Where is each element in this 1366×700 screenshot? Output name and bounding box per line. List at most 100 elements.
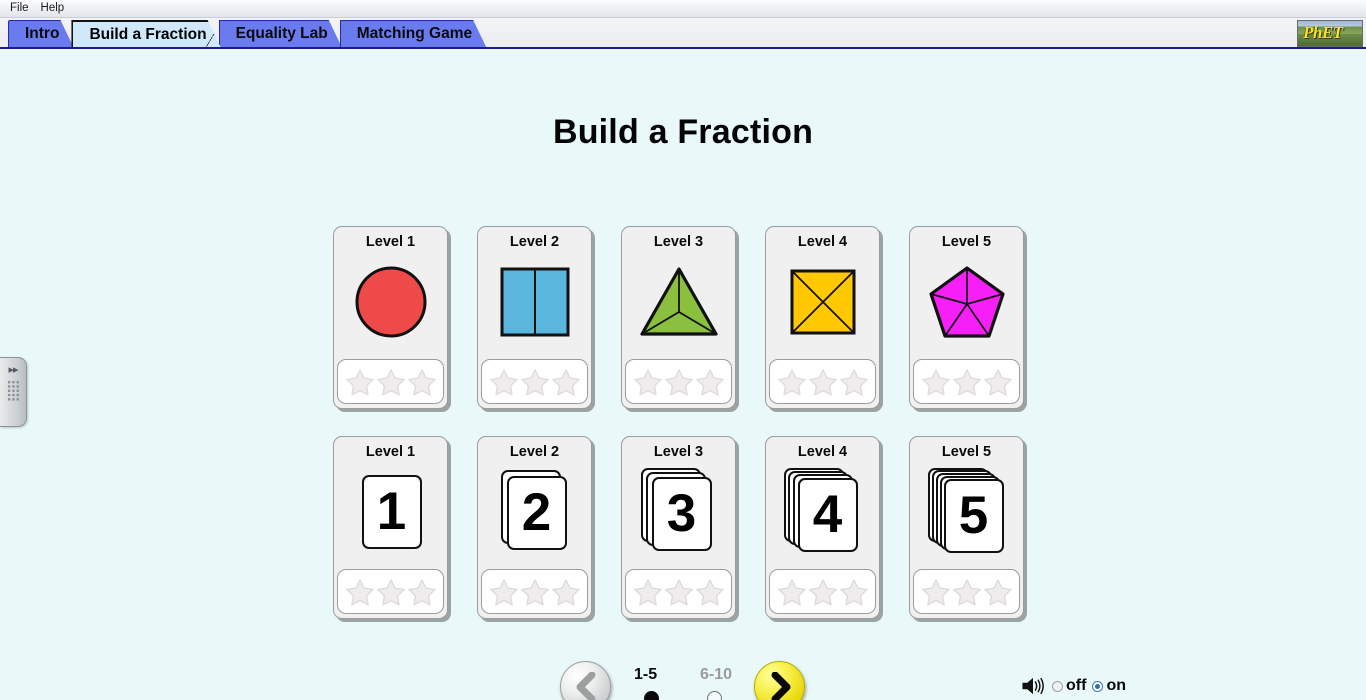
chevron-left-icon [576,671,595,700]
page-dot-6-10[interactable] [707,691,722,700]
star-icon [551,578,580,605]
star-icon [489,578,518,605]
level-icon: 2 [478,460,591,569]
previous-page-button[interactable] [560,661,611,700]
tab-label: Matching Game [356,25,473,42]
sound-off-label: off [1066,677,1087,694]
level-card-shape-2[interactable]: Level 2 [477,226,592,409]
star-icon [839,368,868,395]
phet-logo-text: PhET [1303,23,1343,42]
star-icon [345,578,374,605]
bottom-controls: 1-5 6-10 off on [0,661,1366,700]
level-icon [334,250,447,359]
number-card: 2 [506,475,567,550]
level-icon [766,250,879,359]
triangle-thirds-icon [639,266,718,336]
level-title: Level 5 [941,234,992,250]
star-icon [695,578,724,605]
level-card-shape-4[interactable]: Level 4 [765,226,880,409]
number-card-stack: 5 [927,467,1006,556]
star-icon [633,368,662,395]
number-card-stack: 3 [640,467,718,556]
tab-label: Equality Lab [235,25,328,42]
star-panel [625,569,732,614]
star-panel [769,569,876,614]
star-icon [839,578,868,605]
radio-on[interactable] [1092,680,1104,692]
level-card-number-1[interactable]: Level 1 1 [333,436,448,619]
sidebar-expand-tab[interactable]: ▸▸ [0,357,27,427]
star-panel [481,359,588,404]
number-card-stack: 1 [352,468,430,556]
level-icon: 5 [910,460,1023,569]
next-page-button[interactable] [754,661,805,700]
level-card-number-2[interactable]: Level 2 2 [477,436,592,619]
level-title: Level 3 [653,234,704,250]
grip-dots-icon [6,380,20,402]
sound-on-option[interactable]: on [1092,677,1126,695]
level-icon [622,250,735,359]
level-card-shape-3[interactable]: Level 3 [621,226,736,409]
level-icon [910,250,1023,359]
number-card: 1 [361,474,422,549]
tab-matching-game[interactable]: Matching Game [340,20,486,47]
star-panel [337,359,444,404]
radio-off[interactable] [1052,680,1063,692]
star-panel [625,359,732,404]
sound-off-option[interactable]: off [1052,677,1086,695]
level-title: Level 4 [797,234,848,250]
star-icon [664,368,693,395]
tab-equality-lab[interactable]: Equality Lab [219,20,342,47]
level-card-shape-5[interactable]: Level 5 [909,226,1024,409]
star-icon [520,368,549,395]
number-card-stack: 4 [783,467,862,556]
rectangle-halves-icon [500,267,569,336]
tab-build-a-fraction[interactable]: Build a Fraction [71,20,220,47]
number-card: 5 [943,478,1004,553]
double-chevron-right-icon: ▸▸ [8,364,18,376]
star-icon [777,368,806,395]
simulation-stage: Build a Fraction ▸▸ Level 1 Level 2 Leve… [0,49,1366,700]
menu-bar: File Help [0,0,1366,18]
star-icon [952,368,981,395]
level-title: Level 4 [797,444,848,460]
level-icon: 4 [766,460,879,569]
star-icon [921,578,950,605]
menu-help[interactable]: Help [36,0,72,17]
page-selector: 1-5 6-10 [628,666,738,700]
page-label-1-5[interactable]: 1-5 [634,666,657,684]
square-quarters-icon [790,269,855,334]
level-card-number-5[interactable]: Level 5 5 [909,436,1024,619]
level-icon [478,250,591,359]
pentagon-fifths-icon [928,265,1005,338]
level-title: Level 2 [509,234,560,250]
number-card: 3 [651,476,712,551]
star-icon [983,368,1012,395]
level-icon: 1 [334,460,447,569]
star-icon [952,578,981,605]
star-icon [808,578,837,605]
sound-control: off on [1020,675,1126,697]
page-label-6-10[interactable]: 6-10 [700,666,732,684]
star-icon [695,368,724,395]
star-icon [520,578,549,605]
star-icon [376,578,405,605]
star-icon [921,368,950,395]
level-title: Level 2 [509,444,560,460]
star-icon [407,578,436,605]
level-card-number-4[interactable]: Level 4 4 [765,436,880,619]
phet-logo[interactable]: PhET [1297,20,1363,47]
page-dot-1-5[interactable] [644,691,659,700]
star-icon [633,578,662,605]
level-card-shape-1[interactable]: Level 1 [333,226,448,409]
level-title: Level 5 [941,444,992,460]
level-grid: Level 1 Level 2 Level 3 Level 4 Level 5 … [333,226,1028,623]
menu-file[interactable]: File [5,0,36,17]
star-panel [913,569,1020,614]
level-card-number-3[interactable]: Level 3 3 [621,436,736,619]
chevron-right-icon [771,671,790,700]
tab-intro[interactable]: Intro [8,20,73,47]
number-card-stack: 2 [496,468,574,556]
tab-label: Build a Fraction [89,25,207,43]
level-title: Level 3 [653,444,704,460]
